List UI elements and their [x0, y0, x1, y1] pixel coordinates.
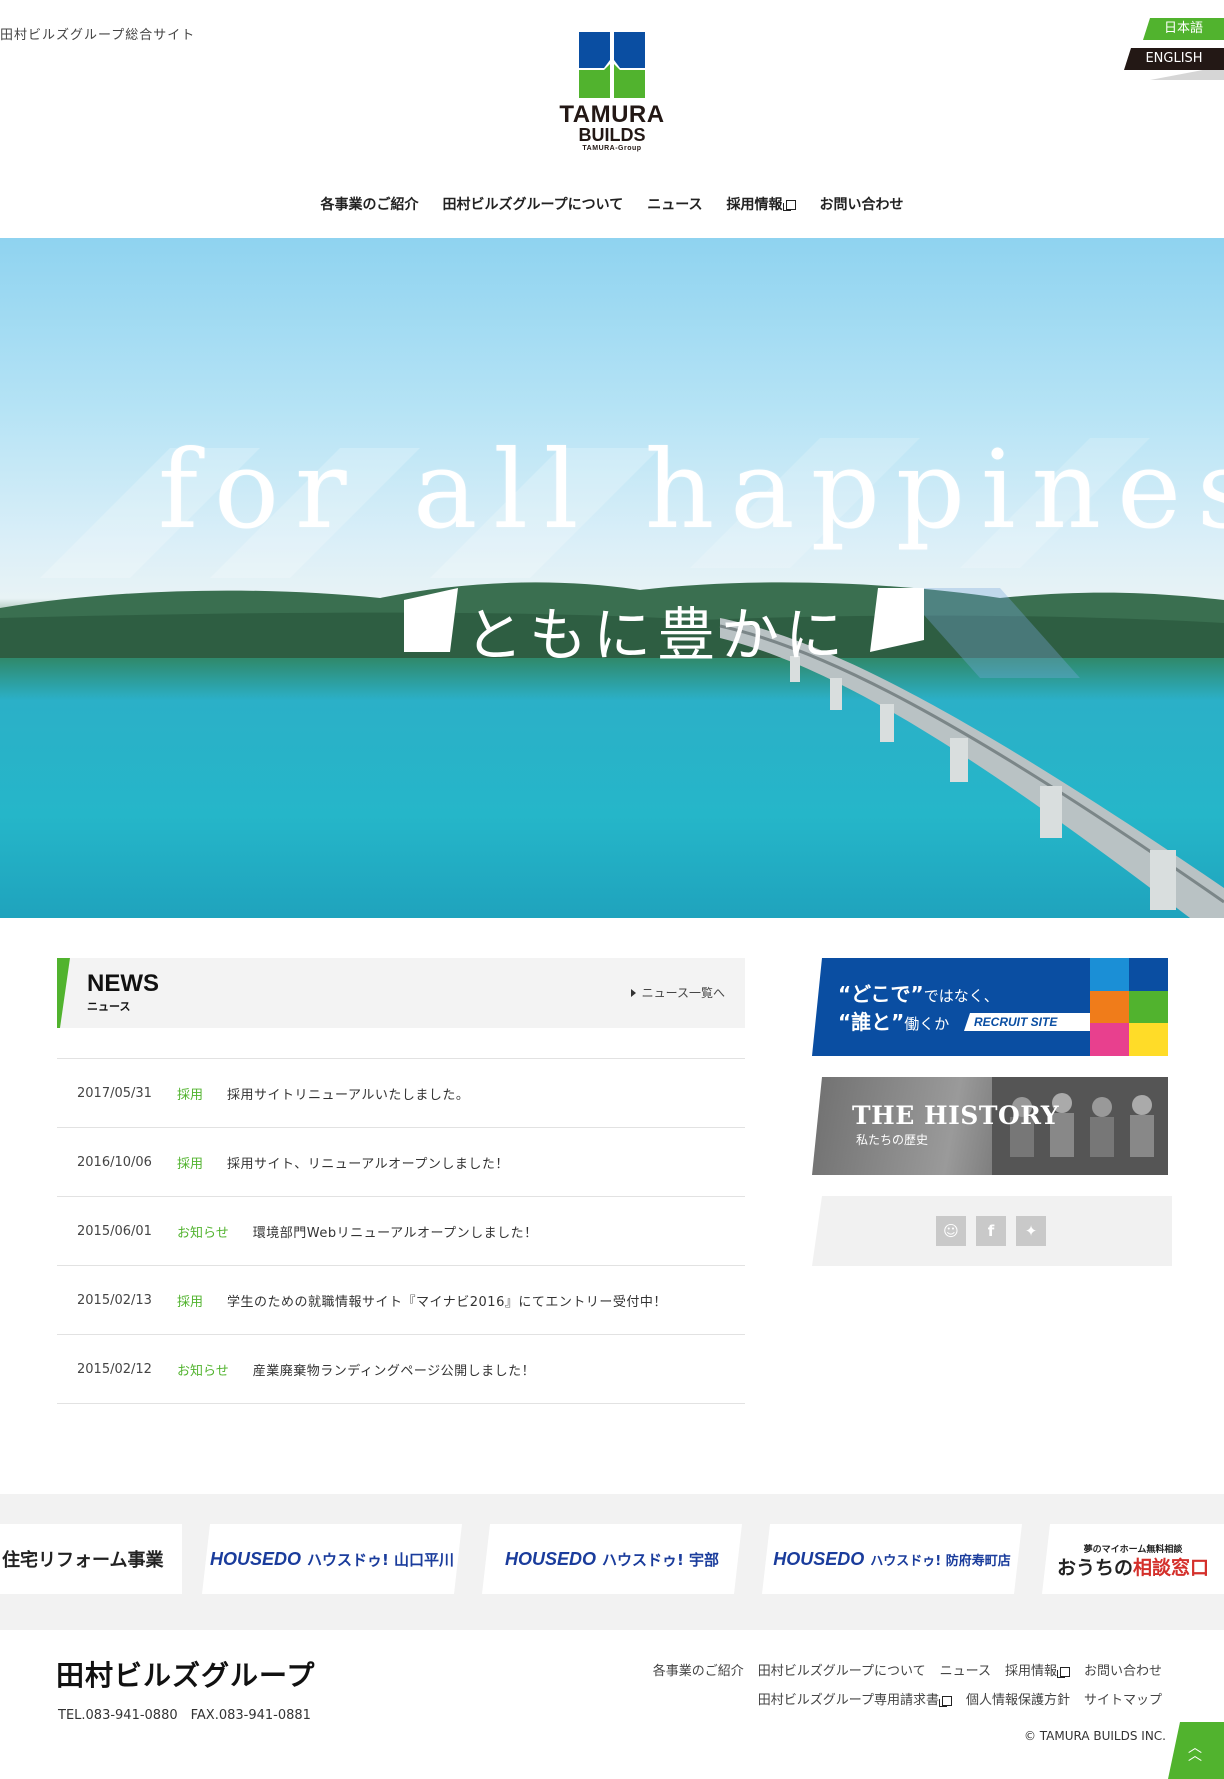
news-title-text: 学生のための就職情報サイト『マイナビ2016』にてエントリー受付中！ [227, 1294, 667, 1310]
news-date: 2015/02/12 [77, 1361, 152, 1377]
hero-deco-left [404, 588, 458, 652]
hero-bridge-pillars [790, 656, 1176, 910]
ouchi-soudan-logo: 夢のマイホーム無料相談 おうちの相談窓口 [1056, 1541, 1210, 1579]
footer-copyright: © TAMURA BUILDS INC. [1023, 1729, 1166, 1743]
site-tagline: 田村ビルズグループ総合サイト [0, 28, 196, 43]
facebook-icon[interactable]: f [976, 1216, 1006, 1246]
ouchi-soudan-emph: 相談窓口 [1133, 1557, 1210, 1579]
global-nav: 各事業のご紹介 田村ビルズグループについて ニュース 採用情報 お問い合わせ [0, 194, 1224, 214]
news-header: NEWS ニュース ニュース一覧へ [57, 958, 745, 1028]
footer-nav-news[interactable]: ニュース [940, 1660, 991, 1679]
housedo-logo: HOUSEDO [209, 1548, 301, 1569]
chevron-up-icon: ︿ ︿ [1188, 1740, 1202, 1764]
logo-text-tamura: TAMURA [559, 101, 665, 128]
footer-nav-business[interactable]: 各事業のご紹介 [653, 1660, 744, 1679]
footer-nav-invoice-label: 田村ビルズグループ専用請求書 [757, 1693, 939, 1708]
footer-nav-recruit-label: 採用情報 [1004, 1664, 1057, 1679]
footer-nav-primary: 各事業のご紹介 田村ビルズグループについて ニュース 採用情報 お問い合わせ [653, 1660, 1162, 1679]
news-title-text: 採用サイトリニューアルいたしました。 [227, 1087, 470, 1103]
nav-recruit[interactable]: 採用情報 [727, 194, 796, 214]
recruit-copy-big1: “どこで” [838, 982, 924, 1006]
banner-reform-label: 住宅リフォーム事業 [2, 1550, 164, 1571]
nav-contact[interactable]: お問い合わせ [820, 194, 904, 214]
logo-text-builds: BUILDS [578, 125, 646, 145]
footer-nav-about[interactable]: 田村ビルズグループについて [758, 1660, 926, 1679]
lang-english-button[interactable]: ENGLISH [1124, 48, 1224, 70]
footer-nav-invoice[interactable]: 田村ビルズグループ専用請求書 [758, 1689, 952, 1708]
news-category: 採用 [177, 1156, 204, 1172]
news-date: 2017/05/31 [77, 1085, 152, 1101]
recruit-copy-small1: ではなく、 [923, 987, 999, 1005]
news-category: 採用 [177, 1294, 204, 1310]
history-title: THE HISTORY [852, 1101, 1060, 1130]
footer-nav-secondary: 田村ビルズグループ専用請求書 個人情報保護方針 サイトマップ [758, 1689, 1162, 1708]
housedo-ube-label: ハウスドゥ! 宇部 [601, 1550, 720, 1569]
logo-text-group: TAMURA-Group [582, 145, 642, 152]
twitter-icon[interactable]: ✦ [1016, 1216, 1046, 1246]
nav-recruit-label: 採用情報 [726, 197, 783, 213]
page-top-button[interactable]: ︿ ︿ [1168, 1722, 1224, 1779]
social-links: ☺ f ✦ [812, 1196, 1172, 1266]
footer-logo[interactable]: 田村ビルズグループ [56, 1654, 315, 1694]
site-logo[interactable]: TAMURA BUILDS TAMURA-Group [556, 30, 668, 154]
news-title-text: 採用サイト、リニューアルオープンしました！ [227, 1156, 509, 1172]
nav-business[interactable]: 各事業のご紹介 [320, 194, 418, 214]
blog-icon[interactable]: ☺ [936, 1216, 966, 1246]
footer-nav-sitemap[interactable]: サイトマップ [1084, 1689, 1162, 1708]
recruit-copy-line2: “誰と”働くか [838, 1006, 949, 1035]
banner-housedo-yamaguchi[interactable]: HOUSEDO ハウスドゥ! 山口平川 [202, 1524, 462, 1594]
document-icon [938, 1695, 952, 1707]
news-item[interactable]: 2015/02/13 採用 学生のための就職情報サイト『マイナビ2016』にてエ… [57, 1266, 745, 1335]
recruit-site-banner[interactable]: “どこで”ではなく、 “誰と”働くか RECRUIT SITE [812, 958, 1168, 1056]
external-link-icon [1056, 1666, 1070, 1678]
hero-banner: for all happiness ともに豊かに [0, 238, 1224, 918]
news-title-text: 環境部門Webリニューアルオープンしました！ [252, 1225, 538, 1241]
nav-about[interactable]: 田村ビルズグループについて [442, 194, 623, 214]
external-link-icon [782, 200, 796, 211]
news-title-ja: ニュース [87, 1000, 131, 1013]
news-list: 2017/05/31 採用 採用サイトリニューアルいたしました。 2016/10… [57, 1058, 745, 1404]
banner-ouchi-soudan[interactable]: 夢のマイホーム無料相談 おうちの相談窓口 [1042, 1524, 1224, 1594]
banner-housedo-hofu[interactable]: HOUSEDO ハウスドゥ! 防府寿町店 [762, 1524, 1022, 1594]
news-item[interactable]: 2016/10/06 採用 採用サイト、リニューアルオープンしました！ [57, 1128, 745, 1197]
footer-contact: TEL.083-941-0880 FAX.083-941-0881 [58, 1708, 311, 1723]
news-date: 2016/10/06 [77, 1154, 152, 1170]
recruit-copy-big2: “誰と” [838, 1010, 905, 1034]
housedo-hofu-label: ハウスドゥ! 防府寿町店 [870, 1553, 1011, 1569]
hero-deco-right [870, 588, 924, 652]
housedo-logo: HOUSEDO [504, 1548, 596, 1569]
news-accent-bar [57, 958, 70, 1028]
hero-subtitle: ともに豊かに [465, 601, 850, 669]
recruit-color-tiles [1090, 958, 1168, 1056]
history-banner[interactable]: THE HISTORY 私たちの歴史 [812, 1077, 1168, 1175]
recruit-copy-line1: “どこで”ではなく、 [838, 978, 999, 1007]
news-category: お知らせ [177, 1225, 229, 1241]
banner-housedo-ube[interactable]: HOUSEDO ハウスドゥ! 宇部 [482, 1524, 742, 1594]
news-date: 2015/02/13 [77, 1292, 152, 1308]
logo-mark-icon [579, 32, 645, 98]
lang-japanese-button[interactable]: 日本語 [1143, 18, 1224, 40]
recruit-site-label: RECRUIT SITE [964, 1013, 1106, 1031]
ouchi-soudan-prefix: おうちの [1056, 1557, 1133, 1579]
hero-title: for all happiness [158, 428, 1224, 553]
housedo-logo: HOUSEDO [773, 1548, 865, 1569]
recruit-copy-small2: 働くか [904, 1015, 950, 1033]
history-subtitle: 私たちの歴史 [856, 1133, 929, 1147]
nav-news[interactable]: ニュース [647, 194, 702, 214]
footer-nav-privacy[interactable]: 個人情報保護方針 [966, 1689, 1070, 1708]
news-title: NEWS [87, 970, 159, 997]
news-item[interactable]: 2015/02/12 お知らせ 産業廃棄物ランディングページ公開しました！ [57, 1335, 745, 1404]
housedo-yamaguchi-label: ハウスドゥ! 山口平川 [306, 1550, 455, 1569]
news-list-link[interactable]: ニュース一覧へ [631, 984, 725, 1001]
news-category: 採用 [177, 1087, 204, 1103]
news-title-text: 産業廃棄物ランディングページ公開しました！ [252, 1363, 536, 1379]
footer-nav-recruit[interactable]: 採用情報 [1005, 1660, 1070, 1679]
banner-reform[interactable]: 住宅リフォーム事業 [0, 1524, 182, 1594]
news-item[interactable]: 2017/05/31 採用 採用サイトリニューアルいたしました。 [57, 1059, 745, 1128]
footer-nav-contact[interactable]: お問い合わせ [1084, 1660, 1162, 1679]
news-category: お知らせ [177, 1363, 229, 1379]
news-date: 2015/06/01 [77, 1223, 152, 1239]
news-item[interactable]: 2015/06/01 お知らせ 環境部門Webリニューアルオープンしました！ [57, 1197, 745, 1266]
